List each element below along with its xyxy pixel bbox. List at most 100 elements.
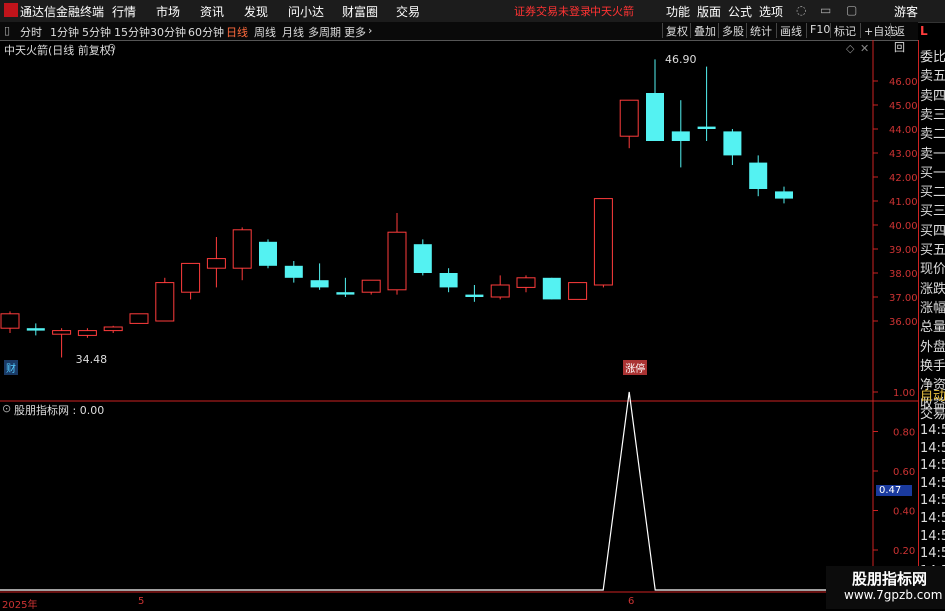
period-60min[interactable]: 60分钟 bbox=[188, 24, 224, 40]
quote-label: 买五 bbox=[920, 243, 945, 258]
candle bbox=[259, 239, 277, 269]
candle bbox=[26, 323, 45, 336]
menu-item-shichang[interactable]: 市场 bbox=[156, 3, 180, 20]
indicator-toggle-icon[interactable]: ⊙ bbox=[2, 402, 11, 415]
candle-body bbox=[129, 313, 149, 324]
period-multi[interactable]: 多周期 bbox=[308, 24, 341, 40]
period-bar: ▯ 分时 1分钟 5分钟 15分钟 30分钟 60分钟 日线 周线 月线 多周期… bbox=[0, 22, 918, 54]
price-tick-label: 44.00 bbox=[889, 125, 918, 136]
date-label-may: 5 bbox=[138, 596, 145, 607]
period-monthly[interactable]: 月线 bbox=[282, 24, 304, 40]
candle bbox=[723, 129, 742, 165]
candle bbox=[155, 277, 175, 322]
candle-body bbox=[181, 262, 201, 293]
support-icon[interactable]: ◌ bbox=[796, 3, 806, 17]
candle bbox=[542, 277, 561, 300]
low-price-label: 34.48 bbox=[75, 353, 108, 367]
high-price-label: 46.90 bbox=[665, 53, 697, 67]
candle bbox=[361, 279, 381, 295]
minimize-icon[interactable]: ▭ bbox=[820, 3, 831, 17]
period-fenshi[interactable]: 分时 bbox=[20, 24, 42, 40]
period-daily[interactable]: 日线 bbox=[226, 24, 248, 40]
candle bbox=[413, 239, 432, 276]
watermark: 股朋指标网 www.7gpzb.com bbox=[826, 566, 945, 609]
login-status[interactable]: 证券交易未登录 bbox=[514, 3, 591, 19]
quote-label: 换手 bbox=[920, 358, 945, 374]
candle bbox=[439, 268, 458, 293]
menu-item-banmian[interactable]: 版面 bbox=[697, 3, 721, 20]
candle bbox=[206, 237, 226, 288]
period-1min[interactable]: 1分钟 bbox=[50, 24, 79, 40]
tool-tongji[interactable]: 统计 bbox=[746, 23, 775, 38]
limit-up-badge[interactable]: 涨停 bbox=[623, 360, 648, 375]
chevron-right-icon[interactable]: › bbox=[368, 24, 372, 37]
candle bbox=[284, 261, 303, 283]
quote-label: 现价 bbox=[920, 262, 945, 278]
candle bbox=[619, 99, 639, 149]
dropdown-icon[interactable]: ⊙ bbox=[107, 41, 116, 54]
menu-item-xuanxiang[interactable]: 选项 bbox=[759, 3, 783, 20]
menu-item-gongshi[interactable]: 公式 bbox=[728, 3, 752, 20]
indicator-tick-label: 0.20 bbox=[893, 546, 915, 557]
menu-item-gongneng[interactable]: 功能 bbox=[666, 3, 690, 20]
trade-time: 14:56 bbox=[920, 458, 945, 474]
period-15min[interactable]: 15分钟 bbox=[114, 24, 150, 40]
candle-body bbox=[26, 328, 45, 331]
candle-body bbox=[0, 313, 20, 329]
menu-item-faxian[interactable]: 发现 bbox=[244, 3, 268, 20]
candle bbox=[181, 262, 201, 300]
price-tick-label: 45.00 bbox=[889, 101, 918, 112]
candle-body bbox=[697, 126, 716, 129]
period-more[interactable]: 更多 bbox=[344, 24, 366, 40]
tool-fuquan[interactable]: 复权 bbox=[662, 23, 691, 38]
tool-biaoji[interactable]: 标记 bbox=[830, 23, 859, 38]
candle-body bbox=[361, 279, 381, 293]
price-tick-label: 38.00 bbox=[889, 269, 918, 280]
sidebar-toggle-icon[interactable]: ▯ bbox=[4, 24, 10, 37]
tool-duogu[interactable]: 多股 bbox=[718, 23, 747, 38]
menu-item-caifuquan[interactable]: 财富圈 bbox=[342, 3, 378, 20]
trade-time: 14:56 bbox=[920, 475, 945, 491]
menu-item-zixun[interactable]: 资讯 bbox=[200, 3, 224, 20]
period-weekly[interactable]: 周线 bbox=[254, 24, 276, 40]
close-chart-icon[interactable]: ✕ bbox=[860, 42, 869, 55]
candle bbox=[490, 275, 510, 300]
tool-huaxian[interactable]: 画线 bbox=[776, 23, 805, 38]
indicator-tick-label: 1.00 bbox=[893, 388, 915, 399]
menu-item-hangqing[interactable]: 行情 bbox=[112, 3, 136, 20]
candle bbox=[646, 59, 664, 141]
trade-time: 14:56 bbox=[920, 493, 945, 509]
candle-body bbox=[749, 162, 768, 189]
menu-item-wenxiaoda[interactable]: 问小达 bbox=[288, 3, 324, 20]
candle-body bbox=[542, 277, 561, 300]
price-tick-label: 41.00 bbox=[889, 197, 918, 208]
watermark-url: www.7gpzb.com bbox=[844, 588, 943, 602]
candle bbox=[0, 311, 20, 333]
tool-fanhui[interactable]: 返回 bbox=[890, 23, 918, 54]
menu-item-jiaoyi[interactable]: 交易 bbox=[396, 3, 420, 20]
quote-label: 买二 bbox=[920, 185, 945, 201]
trade-time: 14:56 bbox=[920, 546, 945, 562]
finance-badge[interactable]: 财 bbox=[4, 360, 18, 375]
tool-diejia[interactable]: 叠加 bbox=[690, 23, 719, 38]
candle-body bbox=[77, 330, 97, 336]
candle-body bbox=[568, 282, 588, 300]
stock-name-status: 中天火箭 bbox=[590, 5, 634, 18]
candle-body bbox=[103, 326, 123, 332]
trade-time: 14:56 bbox=[920, 528, 945, 544]
candle bbox=[516, 275, 536, 293]
guest-label[interactable]: 游客 bbox=[894, 3, 918, 20]
period-30min[interactable]: 30分钟 bbox=[150, 24, 186, 40]
candle bbox=[387, 213, 407, 295]
diamond-icon[interactable]: ◇ bbox=[846, 42, 854, 55]
candle bbox=[52, 328, 72, 358]
candle-body bbox=[284, 265, 303, 278]
kline-chart[interactable]: 46.00 45.00 44.00 43.00 42.00 41.00 40.00 39.00… bbox=[0, 40, 918, 609]
quote-label: 卖四 bbox=[920, 88, 945, 104]
level-indicator: L bbox=[920, 24, 928, 38]
period-5min[interactable]: 5分钟 bbox=[82, 24, 111, 40]
candle bbox=[671, 100, 690, 168]
window-icon[interactable]: ▢ bbox=[846, 3, 857, 17]
candle-body bbox=[465, 294, 484, 297]
trade-time: 14:56 bbox=[920, 423, 945, 438]
